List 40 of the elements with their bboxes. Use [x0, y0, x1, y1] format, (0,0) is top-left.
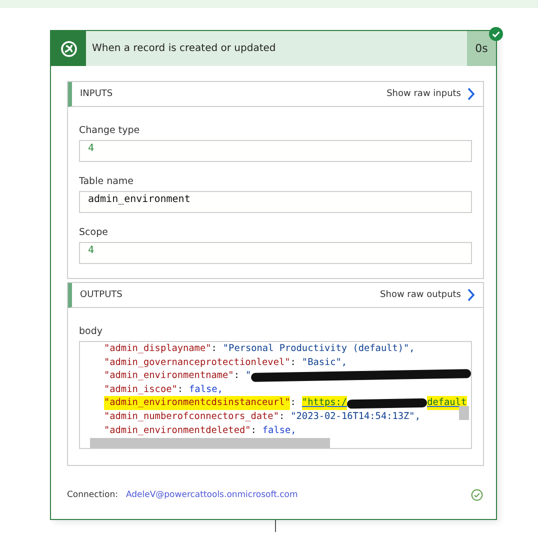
field-value: admin_environment: [88, 193, 190, 207]
json-value: "Basic",: [302, 356, 348, 370]
json-key: "admin_environmentdeleted": [104, 424, 251, 438]
json-key: "admin_environmentcdsinstanceurl": [104, 396, 290, 410]
field-value: 4: [88, 244, 94, 258]
json-key: "admin_environmentname": [104, 369, 234, 383]
colon: :: [234, 369, 240, 383]
chevron-right-icon: [467, 288, 475, 302]
field-label: Table name: [79, 176, 135, 187]
json-key: "admin_displayname": [104, 342, 212, 356]
show-raw-link[interactable]: Show raw outputs: [380, 288, 475, 302]
field-value: 4: [88, 142, 94, 156]
json-key: "admin_numberofconnectors_date": [104, 410, 279, 424]
colon: :: [177, 382, 184, 396]
json-key: "admin_iscoe": [104, 382, 178, 396]
field-label: Scope: [79, 227, 109, 238]
json-value: "Personal Productivity (default)",: [222, 342, 415, 356]
json-value: "2023-02-16T14:54:13Z",: [290, 410, 420, 424]
connection-label: Connection:: [67, 490, 118, 500]
connection-account-link[interactable]: AdeleV@powercattools.onmicrosoft.com: [126, 490, 471, 500]
show-raw-link[interactable]: Show raw inputs: [386, 87, 475, 101]
colon: :: [278, 410, 285, 424]
section-heading: INPUTS: [80, 89, 113, 99]
json-value: ": [245, 369, 252, 383]
colon: :: [211, 342, 217, 356]
json-value: false,: [262, 424, 296, 438]
colon: :: [290, 396, 296, 410]
json-value: false,: [189, 382, 223, 396]
chevron-right-icon: [467, 87, 475, 101]
colon: :: [290, 356, 296, 370]
horizontal-scrollbar[interactable]: [90, 438, 330, 448]
section-heading: OUTPUTS: [80, 290, 122, 300]
trigger-title: When a record is created or updated: [91, 42, 277, 56]
field-label: Change type: [79, 125, 141, 136]
colon: :: [250, 424, 256, 438]
field-label: body: [79, 326, 104, 337]
json-value: "https:/: [302, 396, 348, 410]
json-value: default: [427, 396, 467, 410]
json-key: "admin_governanceprotectionlevel": [104, 356, 290, 370]
duration-label: 0s: [467, 31, 496, 66]
